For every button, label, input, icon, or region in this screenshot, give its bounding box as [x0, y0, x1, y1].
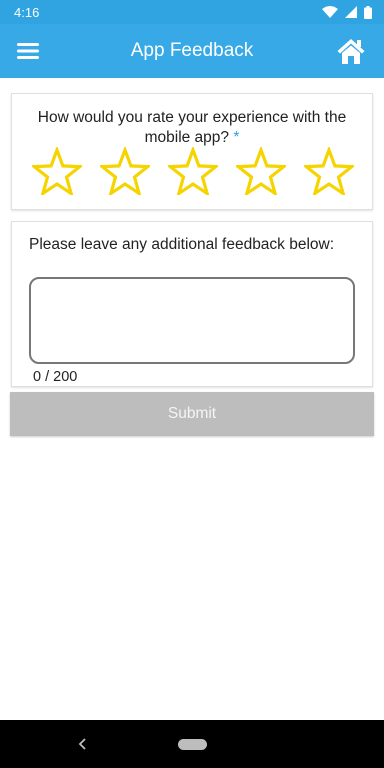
- character-counter: 0 / 200: [33, 369, 78, 385]
- rating-question-text: How would you rate your experience with …: [37, 109, 347, 146]
- home-button[interactable]: [336, 37, 366, 65]
- page-title: App Feedback: [130, 40, 254, 61]
- status-icons: [322, 5, 372, 19]
- feedback-textarea[interactable]: [29, 277, 355, 364]
- submit-button[interactable]: Submit: [10, 392, 374, 436]
- rating-question: How would you rate your experience with …: [26, 108, 358, 148]
- star-rating: [32, 147, 354, 195]
- feedback-card: Please leave any additional feedback bel…: [11, 221, 373, 387]
- app-bar: App Feedback: [0, 24, 384, 78]
- star-icon-4[interactable]: [236, 147, 286, 195]
- battery-icon: [364, 5, 372, 19]
- home-icon: [337, 39, 365, 64]
- star-icon-5[interactable]: [304, 147, 354, 195]
- nav-back-button[interactable]: [76, 736, 90, 752]
- chevron-left-icon: [78, 738, 86, 750]
- star-icon-1[interactable]: [32, 147, 82, 195]
- feedback-label: Please leave any additional feedback bel…: [29, 236, 335, 253]
- status-bar: 4:16: [0, 0, 384, 24]
- wifi-icon: [322, 6, 338, 18]
- system-nav-bar: [0, 720, 384, 768]
- star-icon-2[interactable]: [100, 147, 150, 195]
- nav-home-pill[interactable]: [178, 739, 207, 750]
- rating-card: How would you rate your experience with …: [11, 93, 373, 210]
- required-marker: *: [233, 129, 240, 146]
- star-icon-3[interactable]: [168, 147, 218, 195]
- signal-icon: [345, 6, 357, 18]
- status-time: 4:16: [14, 4, 40, 20]
